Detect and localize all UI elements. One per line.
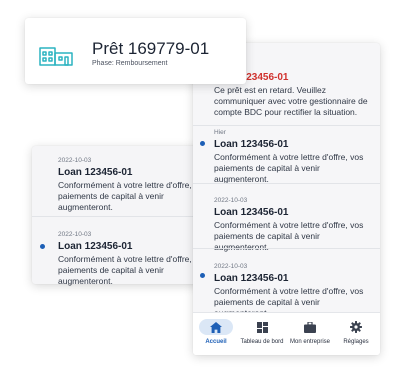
unread-dot — [200, 141, 205, 146]
notification-body: Ce prêt est en retard. Veuillez communiq… — [214, 85, 368, 117]
unread-dot — [40, 244, 45, 249]
notification-title: Loan 123456-01 — [58, 241, 133, 252]
nav-label: Accueil — [205, 339, 227, 345]
notification-title: Loan 123456-01 — [214, 207, 289, 218]
notifications-card-back: 2022-10-03 Loan 123456-01 Conformément à… — [32, 146, 212, 286]
notification-time: 2022-10-03 — [58, 231, 92, 238]
mobile-app-panel: 13:44 Loan 123456-01 Ce prêt est en reta… — [193, 43, 380, 355]
list-item[interactable]: 2022-10-03 Loan 123456-01 Conformément à… — [32, 146, 212, 216]
nav-label: Tableau de bord — [240, 339, 284, 345]
loan-title: Prêt 169779-01 — [92, 39, 210, 58]
nav-item-mon-entreprise[interactable]: Mon entreprise — [287, 319, 333, 345]
nav-item-accueil[interactable]: Accueil — [193, 319, 239, 345]
loan-header-card[interactable]: Prêt 169779-01 Phase: Remboursement — [25, 18, 246, 84]
nav-label: Réglages — [343, 339, 369, 345]
list-item[interactable]: 2022-10-03 Loan 123456-01 Conformément à… — [32, 217, 212, 286]
building-icon — [39, 44, 73, 66]
nav-item-reglages[interactable]: Réglages — [333, 319, 379, 345]
notification-time: 2022-10-03 — [58, 157, 92, 164]
notification-body: Conformément à votre lettre d'offre, vos… — [58, 254, 208, 286]
briefcase-icon — [293, 319, 327, 335]
notification-time: 2022-10-03 — [214, 263, 248, 270]
unread-dot — [200, 273, 205, 278]
notification-time: 2022-10-03 — [214, 197, 248, 204]
nav-label: Mon entreprise — [289, 339, 331, 345]
notification-title: Loan 123456-01 — [214, 273, 289, 284]
notification-title: Loan 123456-01 — [58, 167, 133, 178]
dashboard-icon — [245, 319, 279, 335]
notification-title: Loan 123456-01 — [214, 139, 289, 150]
notification-body: Conformément à votre lettre d'offre, vos… — [214, 152, 364, 184]
notification-body: Conformément à votre lettre d'offre, vos… — [58, 180, 208, 212]
gear-icon — [339, 319, 373, 335]
bottom-nav: Accueil Tableau de bord Mon entreprise R… — [193, 312, 380, 355]
home-icon — [199, 319, 233, 335]
notification-time: Hier — [214, 129, 226, 136]
list-item[interactable]: 2022-10-03 Loan 123456-01 Conformément à… — [193, 249, 380, 318]
loan-phase: Phase: Remboursement — [92, 60, 168, 67]
nav-item-tableau-de-bord[interactable]: Tableau de bord — [239, 319, 285, 345]
list-item[interactable]: 2022-10-03 Loan 123456-01 Conformément à… — [193, 184, 380, 252]
